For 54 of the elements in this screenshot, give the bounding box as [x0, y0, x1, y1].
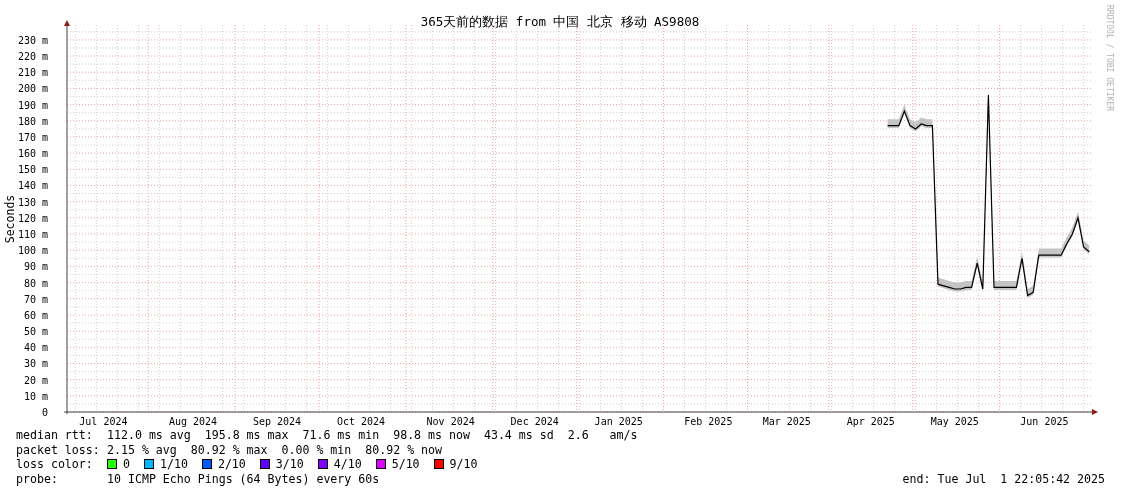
- axis-title: Seconds: [3, 194, 17, 244]
- axis-label: 60 m: [23, 309, 48, 321]
- legend-text: 3/10: [275, 457, 304, 472]
- probe-label: probe:: [16, 471, 59, 486]
- legend-text: 9/10: [449, 457, 478, 472]
- axis-label: Mar 2025: [762, 416, 811, 427]
- axis-label: 20 m: [23, 374, 48, 386]
- axis-label: 100 m: [17, 245, 48, 257]
- axis-label: 150 m: [17, 164, 48, 176]
- axis-label: 140 m: [17, 180, 48, 192]
- axis-label: Jul 2024: [79, 416, 128, 427]
- axis-label: 40 m: [23, 342, 48, 354]
- axis-label: Sep 2024: [252, 416, 302, 427]
- axis-label: Dec 2024: [510, 416, 559, 427]
- axis-label: 0: [41, 407, 48, 418]
- stat-value: 112.0 ms avg 195.8 ms max 71.6 ms min 98.8 ms now 43.4 ms sd 2.6 am/s: [107, 428, 638, 443]
- axis-label: 110 m: [17, 229, 48, 241]
- axis-label: 10 m: [23, 390, 48, 402]
- axis-label: 190 m: [17, 99, 48, 111]
- axis-label: May 2025: [930, 416, 979, 427]
- credit-text: RRDTOOL / TOBI OETIKER: [1105, 5, 1114, 111]
- axis-label: 80 m: [23, 277, 48, 289]
- legend-text: 5/10: [391, 457, 420, 472]
- stat-label: packet loss:: [16, 442, 101, 457]
- axis-label: 30 m: [23, 358, 48, 370]
- axis-label: 210 m: [17, 67, 48, 79]
- axis-label: Oct 2024: [336, 416, 386, 427]
- axis-label: 170 m: [17, 131, 48, 143]
- axis-label: 220 m: [17, 51, 48, 63]
- legend-label: loss color:: [16, 457, 94, 472]
- axis-label: Jun 2025: [1020, 416, 1069, 427]
- axis-label: 160 m: [17, 148, 48, 160]
- probe-value: 10 ICMP Echo Pings (64 Bytes) every 60s: [107, 471, 380, 486]
- legend-text: 4/10: [333, 457, 362, 472]
- stat-label: median rtt:: [16, 428, 94, 443]
- stat-value: 2.15 % avg 80.92 % max 0.00 % min 80.92 % now: [107, 442, 443, 457]
- axis-label: 130 m: [17, 196, 48, 208]
- axis-label: Feb 2025: [684, 416, 733, 427]
- axis-label: 70 m: [23, 293, 48, 305]
- legend-text: 1/10: [160, 457, 188, 472]
- axis-label: 90 m: [23, 261, 48, 273]
- axis-label: 120 m: [17, 212, 48, 224]
- axis-label: 230 m: [17, 34, 48, 46]
- axis-label: Jan 2025: [594, 416, 643, 427]
- legend-text: 0: [123, 457, 130, 472]
- axis-label: Nov 2024: [426, 416, 475, 427]
- axis-label: Aug 2024: [168, 416, 218, 427]
- axis-label: 180 m: [17, 115, 48, 127]
- axis-label: Apr 2025: [846, 416, 895, 427]
- legend-text: 2/10: [217, 457, 246, 472]
- axis-label: 200 m: [17, 83, 48, 95]
- chart-title: 365天前的数据 from 中国 北京 移动 AS9808: [420, 14, 700, 29]
- end-time: end: Tue Jul 1 22:05:42 2025: [902, 471, 1105, 486]
- axis-label: 50 m: [23, 326, 48, 338]
